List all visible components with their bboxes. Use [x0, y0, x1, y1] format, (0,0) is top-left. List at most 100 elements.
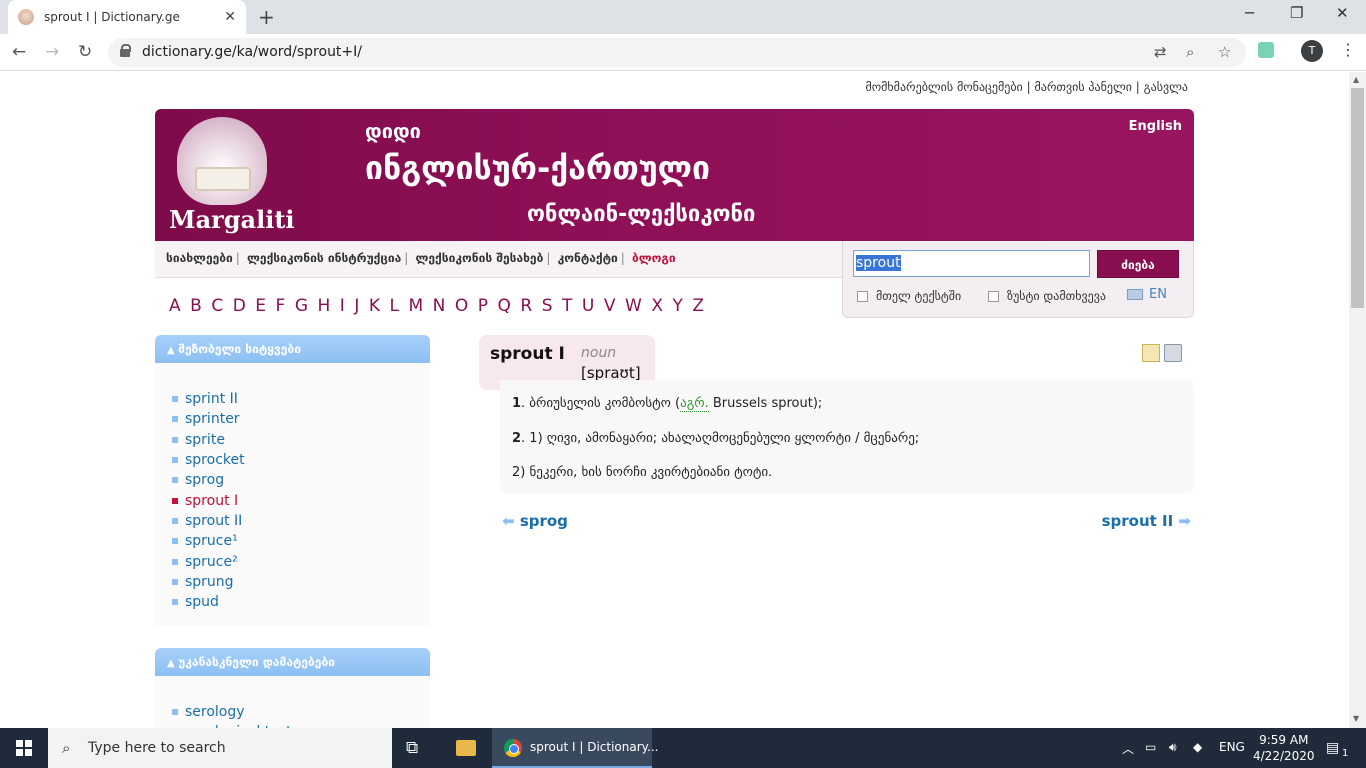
close-tab-icon[interactable]: ✕ [224, 9, 236, 25]
scrollbar-thumb[interactable] [1351, 88, 1364, 308]
neighbor-words-header[interactable]: მეზობელი სიტყვები [155, 335, 430, 363]
file-explorer-icon[interactable] [456, 740, 476, 756]
letter-o[interactable]: O [455, 296, 468, 316]
letter-j[interactable]: J [354, 296, 359, 316]
translate-icon[interactable]: ⇄ [1154, 43, 1167, 61]
pearl-shell-logo-icon[interactable] [177, 117, 267, 205]
search-button[interactable]: ძიება [1097, 250, 1179, 278]
logout-link[interactable]: გასვლა [1144, 80, 1188, 94]
fulltext-option[interactable]: მთელ ტექსტში [857, 289, 961, 303]
menu-item-blog[interactable]: ბლოგი [632, 251, 676, 265]
letter-q[interactable]: Q [498, 296, 511, 316]
page-scrollbar[interactable]: ▲ ▼ [1349, 72, 1366, 728]
print-icon[interactable] [1164, 344, 1182, 362]
close-window-icon[interactable]: ✕ [1336, 4, 1349, 22]
notifications-icon[interactable]: ▤ [1326, 740, 1339, 756]
letter-p[interactable]: P [478, 296, 488, 316]
letter-m[interactable]: M [408, 296, 423, 316]
address-bar[interactable]: dictionary.ge/ka/word/sprout+I/ ⇄ ⌕ ☆ [108, 38, 1246, 67]
letter-e[interactable]: E [255, 296, 266, 316]
letter-g[interactable]: G [295, 296, 308, 316]
minimize-icon[interactable]: ─ [1245, 4, 1254, 22]
volume-icon[interactable]: 🔊︎ [1169, 740, 1177, 755]
keyboard-toggle[interactable]: EN [1127, 287, 1167, 302]
new-tab-icon[interactable]: + [258, 5, 275, 29]
recent-additions-header[interactable]: უკანასკნელი დამატებები [155, 648, 430, 676]
letter-r[interactable]: R [520, 296, 532, 316]
restore-icon[interactable]: ❐ [1290, 4, 1303, 22]
brand-name[interactable]: Margaliti [169, 205, 295, 234]
scroll-up-icon[interactable]: ▲ [1353, 75, 1359, 84]
list-item[interactable]: sprint II [172, 389, 430, 409]
list-item[interactable]: sprog [172, 470, 430, 490]
list-item[interactable]: sprung [172, 572, 430, 592]
search-input[interactable]: sprout [853, 250, 1090, 277]
forward-icon[interactable]: → [45, 42, 59, 62]
exact-match-option[interactable]: ზუსტი დამთხვევა [988, 289, 1106, 303]
letter-x[interactable]: X [651, 296, 663, 316]
letter-t[interactable]: T [562, 296, 572, 316]
letter-y[interactable]: Y [672, 296, 682, 316]
windows-start-icon[interactable] [16, 740, 32, 756]
letter-k[interactable]: K [369, 296, 380, 316]
page: მომხმარებლის მონაცემები | მართვის პანელი… [0, 72, 1349, 728]
back-icon[interactable]: ← [12, 42, 26, 62]
letter-z[interactable]: Z [692, 296, 704, 316]
letter-f[interactable]: F [276, 296, 286, 316]
user-data-link[interactable]: მომხმარებლის მონაცემები [865, 80, 1022, 94]
letter-s[interactable]: S [542, 296, 553, 316]
letter-a[interactable]: A [169, 296, 181, 316]
letter-c[interactable]: C [211, 296, 223, 316]
admin-panel-link[interactable]: მართვის პანელი [1034, 80, 1132, 94]
task-view-icon[interactable]: ⧉ [406, 738, 418, 758]
letter-d[interactable]: D [233, 296, 246, 316]
letter-l[interactable]: L [389, 296, 398, 316]
letter-n[interactable]: N [433, 296, 446, 316]
extension-icon[interactable] [1258, 42, 1274, 58]
system-clock[interactable]: 9:59 AM 4/22/2020 [1253, 732, 1315, 764]
search-icon: ⌕ [62, 739, 71, 757]
menu-item-instructions[interactable]: ლექსიკონის ინსტრუქცია [247, 251, 401, 265]
browser-menu-icon[interactable]: ⋮ [1340, 40, 1356, 59]
tray-chevron-icon[interactable]: ︿ [1122, 740, 1134, 757]
reload-icon[interactable]: ↻ [78, 42, 92, 62]
list-item[interactable]: sprocket [172, 450, 430, 470]
menu-item-contact[interactable]: კონტაქტი [558, 251, 618, 265]
chrome-taskbar-button[interactable]: sprout I | Dictionary... [492, 728, 659, 768]
zoom-icon[interactable]: ⌕ [1186, 43, 1194, 61]
menu-item-about[interactable]: ლექსიკონის შესახებ [415, 251, 543, 265]
letter-w[interactable]: W [625, 296, 642, 316]
fulltext-checkbox[interactable] [857, 290, 868, 302]
notification-count: 1 [1342, 748, 1349, 759]
bookmark-star-icon[interactable]: ☆ [1218, 43, 1231, 61]
profile-avatar[interactable]: T [1301, 40, 1323, 62]
letter-v[interactable]: V [604, 296, 616, 316]
browser-toolbar: ← → ↻ dictionary.ge/ka/word/sprout+I/ ⇄ … [0, 34, 1366, 71]
list-item[interactable]: serology [172, 702, 430, 722]
exact-match-checkbox[interactable] [988, 290, 999, 302]
browser-tab[interactable]: sprout I | Dictionary.ge ✕ [8, 0, 246, 34]
list-item[interactable]: spud [172, 592, 430, 612]
menu-item-news[interactable]: სიახლეები [166, 251, 233, 265]
list-item[interactable]: sprout II [172, 511, 430, 531]
abbreviation-link[interactable]: აგრ. [680, 396, 709, 412]
list-item[interactable]: spruce¹ [172, 531, 430, 551]
taskbar-search[interactable]: ⌕ Type here to search [48, 728, 392, 768]
letter-i[interactable]: I [340, 296, 345, 316]
letter-b[interactable]: B [190, 296, 202, 316]
input-language[interactable]: ENG [1219, 740, 1245, 754]
network-icon[interactable]: ▭ [1145, 740, 1156, 754]
dropbox-icon[interactable]: ◆ [1193, 740, 1202, 754]
edit-icon[interactable] [1142, 344, 1160, 362]
english-language-link[interactable]: English [1129, 119, 1182, 134]
list-item[interactable]: sprite [172, 430, 430, 450]
list-item[interactable]: sprout I [172, 490, 430, 510]
scroll-down-icon[interactable]: ▼ [1353, 714, 1359, 723]
list-item[interactable]: sprinter [172, 409, 430, 429]
previous-word-link[interactable]: ⬅ sprog [502, 512, 568, 530]
letter-h[interactable]: H [318, 296, 331, 316]
letter-u[interactable]: U [582, 296, 594, 316]
recent-additions-list: serologyserological test [155, 676, 430, 728]
next-word-link[interactable]: sprout II ➡ [1102, 512, 1191, 530]
list-item[interactable]: spruce² [172, 551, 430, 571]
